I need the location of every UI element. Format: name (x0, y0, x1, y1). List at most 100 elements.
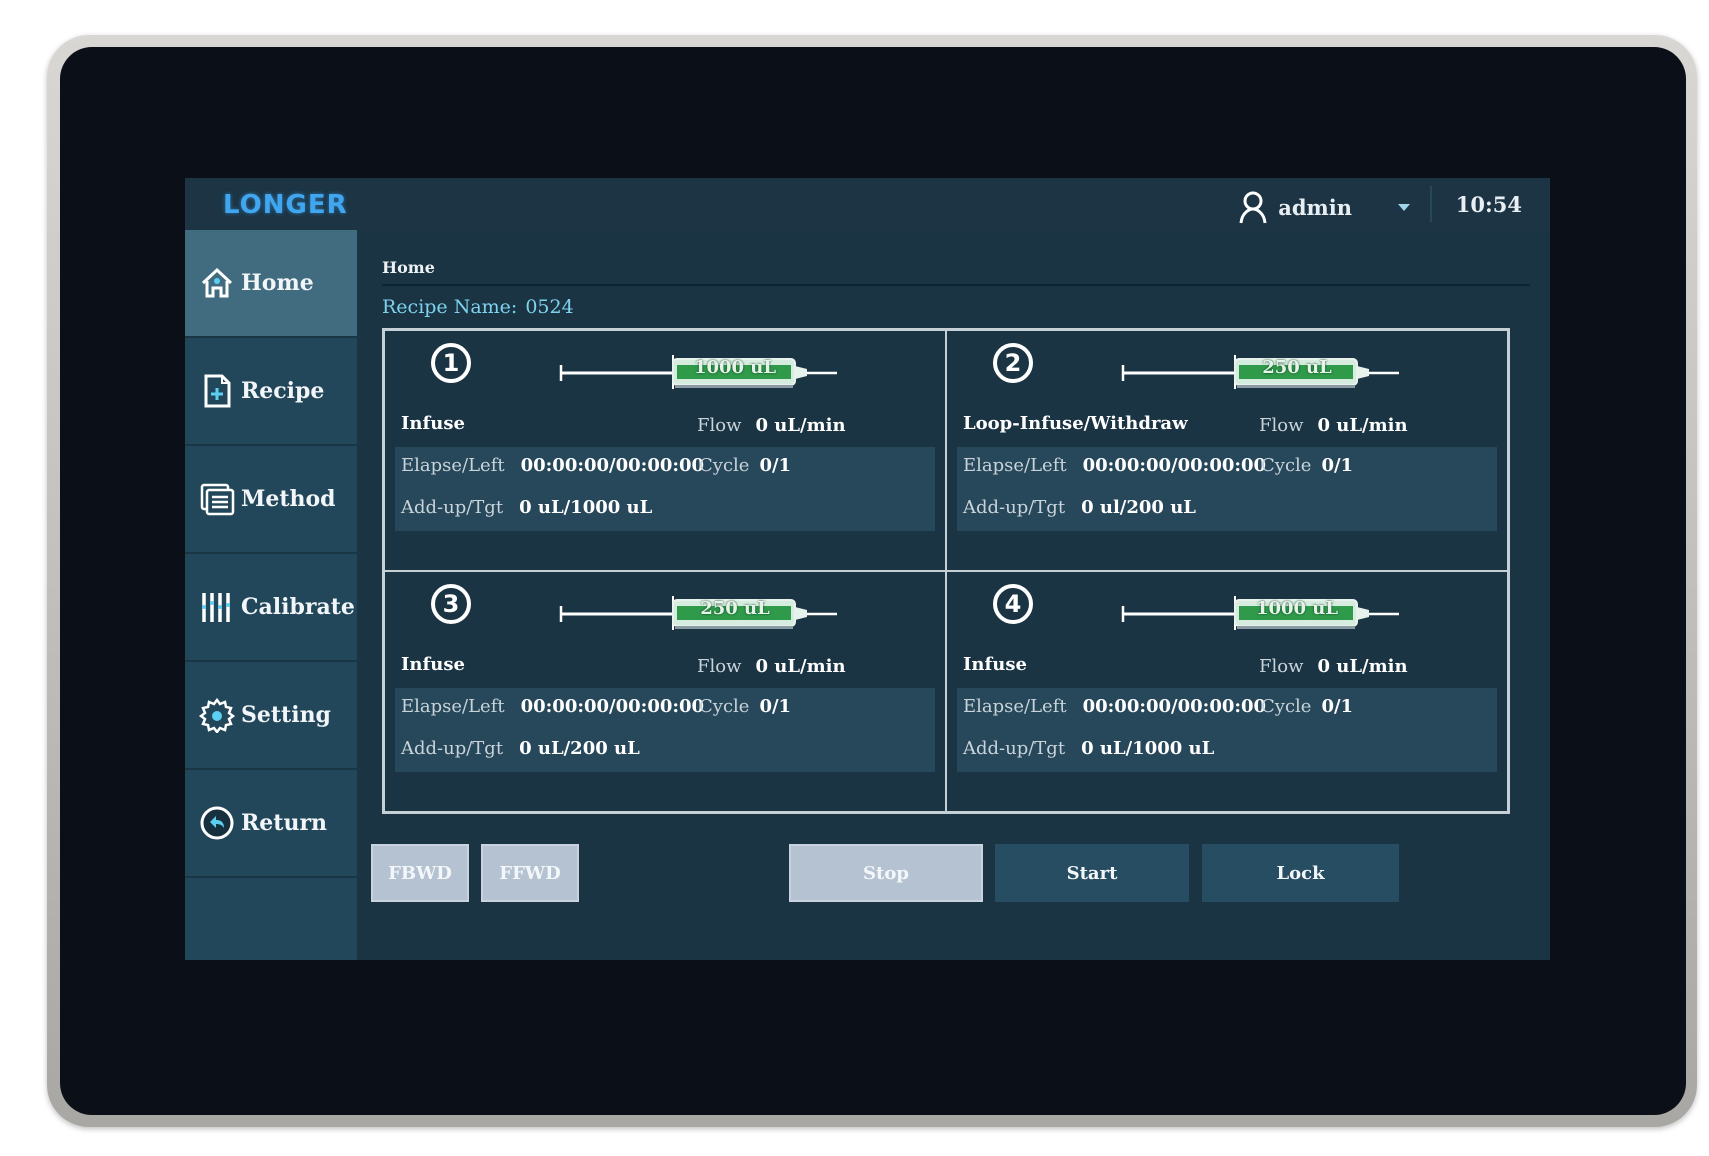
channel-number-badge: 4 (993, 584, 1033, 624)
syringe-volume: 250 uL (700, 598, 770, 619)
cycle-readout: Cycle 0/1 (1261, 696, 1353, 717)
brand-logo: LONGER (223, 190, 348, 220)
flow-value: 0 uL/min (755, 415, 846, 436)
channel-stats: Elapse/Left 00:00:00/00:00:00 Cycle 0/1 Ad… (395, 447, 935, 531)
gear-icon (199, 697, 235, 733)
user-name: admin (1278, 194, 1352, 220)
elapse-left-label: Elapse/Left (401, 696, 505, 717)
ffwd-button[interactable]: FFWD (481, 844, 579, 902)
channel-number-badge: 3 (431, 584, 471, 624)
channel-stats: Elapse/Left 00:00:00/00:00:00 Cycle 0/1 Ad… (957, 688, 1497, 772)
channel-panel-1[interactable]: 1 1000 uL Infuse Flow 0 uL/min Elapse/Lef… (384, 330, 946, 571)
cycle-value: 0/1 (759, 696, 792, 717)
flow-label: Flow (1259, 415, 1304, 436)
user-icon (1239, 191, 1267, 224)
sidebar-item-recipe[interactable]: Recipe (185, 338, 357, 446)
elapse-left-row: Elapse/Left 00:00:00/00:00:00 (401, 696, 704, 717)
elapse-left-label: Elapse/Left (963, 455, 1067, 476)
calibrate-sliders-icon (202, 593, 230, 622)
flow-readout: Flow 0 uL/min (697, 415, 846, 436)
channel-panel-2[interactable]: 2 250 uL Loop-Infuse/Withdraw Flow 0 uL/m… (946, 330, 1508, 571)
user-menu[interactable]: admin (1238, 190, 1410, 224)
elapse-left-value: 00:00:00/00:00:00 (1082, 696, 1267, 717)
sidebar-item-label: Setting (241, 702, 331, 728)
sidebar-item-method[interactable]: Method (185, 446, 357, 554)
clock: 10:54 (1455, 192, 1522, 217)
channel-grid: 1 1000 uL Infuse Flow 0 uL/min Elapse/Lef… (382, 328, 1510, 814)
channel-panel-4[interactable]: 4 1000 uL Infuse Flow 0 uL/min Elapse/Lef… (946, 571, 1508, 812)
return-arrow-icon (200, 806, 234, 840)
sidebar-item-setting[interactable]: Setting (185, 662, 357, 770)
channel-panel-3[interactable]: 3 250 uL Infuse Flow 0 uL/min Elapse/Left… (384, 571, 946, 812)
cycle-label: Cycle (699, 696, 750, 717)
top-bar: LONGER admin 10:54 (185, 178, 1550, 230)
sidebar-item-calibrate[interactable]: Calibrate (185, 554, 357, 662)
chevron-down-icon[interactable] (1398, 203, 1410, 211)
flow-value: 0 uL/min (1317, 656, 1408, 677)
flow-readout: Flow 0 uL/min (1259, 656, 1408, 677)
addup-target-row: Add-up/Tgt 0 uL/1000 uL (401, 497, 652, 518)
cycle-value: 0/1 (1321, 455, 1354, 476)
flow-value: 0 uL/min (1317, 415, 1408, 436)
channel-stats: Elapse/Left 00:00:00/00:00:00 Cycle 0/1 Ad… (395, 688, 935, 772)
sidebar-item-label: Home (241, 270, 314, 296)
addup-target-row: Add-up/Tgt 0 uL/200 uL (401, 738, 640, 759)
sidebar-item-home[interactable]: Home (185, 230, 357, 338)
channel-number-badge: 2 (993, 343, 1033, 383)
flow-label: Flow (1259, 656, 1304, 677)
elapse-left-value: 00:00:00/00:00:00 (520, 696, 705, 717)
sidebar-item-label: Method (241, 486, 336, 512)
channel-number-badge: 1 (431, 343, 471, 383)
recipe-name: Recipe Name: 0524 (382, 296, 574, 318)
syringe-volume: 250 uL (1262, 357, 1332, 378)
syringe-volume: 1000 uL (1255, 598, 1339, 619)
syringe-volume: 1000 uL (693, 357, 777, 378)
flow-readout: Flow 0 uL/min (1259, 415, 1408, 436)
syringe-graphic: 250 uL (1117, 343, 1417, 393)
addup-target-label: Add-up/Tgt (963, 738, 1066, 759)
cycle-label: Cycle (699, 455, 750, 476)
elapse-left-label: Elapse/Left (401, 455, 505, 476)
method-list-icon (200, 483, 235, 516)
addup-target-value: 0 uL/200 uL (519, 738, 640, 759)
addup-target-row: Add-up/Tgt 0 ul/200 uL (963, 497, 1196, 518)
cycle-readout: Cycle 0/1 (699, 696, 791, 717)
addup-target-label: Add-up/Tgt (963, 497, 1066, 518)
cycle-value: 0/1 (1321, 696, 1354, 717)
fbwd-button[interactable]: FBWD (371, 844, 469, 902)
cycle-value: 0/1 (759, 455, 792, 476)
touch-screen: LONGER admin 10:54 Home Recipe Method Ca… (185, 178, 1550, 960)
elapse-left-row: Elapse/Left 00:00:00/00:00:00 (963, 696, 1266, 717)
elapse-left-value: 00:00:00/00:00:00 (1082, 455, 1267, 476)
channel-stats: Elapse/Left 00:00:00/00:00:00 Cycle 0/1 Ad… (957, 447, 1497, 531)
lock-button[interactable]: Lock (1202, 844, 1399, 902)
elapse-left-row: Elapse/Left 00:00:00/00:00:00 (401, 455, 704, 476)
addup-target-row: Add-up/Tgt 0 uL/1000 uL (963, 738, 1214, 759)
recipe-name-value: 0524 (525, 296, 574, 318)
sidebar-item-label: Recipe (241, 378, 325, 404)
flow-readout: Flow 0 uL/min (697, 656, 846, 677)
cycle-readout: Cycle 0/1 (1261, 455, 1353, 476)
cycle-readout: Cycle 0/1 (699, 455, 791, 476)
channel-mode: Infuse (963, 654, 1027, 675)
start-button[interactable]: Start (995, 844, 1189, 902)
elapse-left-row: Elapse/Left 00:00:00/00:00:00 (963, 455, 1266, 476)
flow-label: Flow (697, 656, 742, 677)
sidebar: Home Recipe Method Calibrate Setting Ret… (185, 230, 357, 960)
flow-label: Flow (697, 415, 742, 436)
addup-target-value: 0 ul/200 uL (1081, 497, 1196, 518)
main-content: Home Recipe Name: 0524 1 1000 uL Infuse F… (357, 230, 1550, 960)
elapse-left-value: 00:00:00/00:00:00 (520, 455, 705, 476)
elapse-left-label: Elapse/Left (963, 696, 1067, 717)
cycle-label: Cycle (1261, 696, 1312, 717)
stop-button[interactable]: Stop (789, 844, 983, 902)
sidebar-item-return[interactable]: Return (185, 770, 357, 878)
addup-target-value: 0 uL/1000 uL (1081, 738, 1215, 759)
breadcrumb: Home (382, 258, 435, 277)
channel-mode: Infuse (401, 654, 465, 675)
recipe-add-icon (204, 374, 231, 408)
recipe-name-label: Recipe Name: (382, 296, 518, 318)
syringe-graphic: 1000 uL (1117, 584, 1417, 634)
addup-target-value: 0 uL/1000 uL (519, 497, 653, 518)
syringe-graphic: 250 uL (555, 584, 855, 634)
